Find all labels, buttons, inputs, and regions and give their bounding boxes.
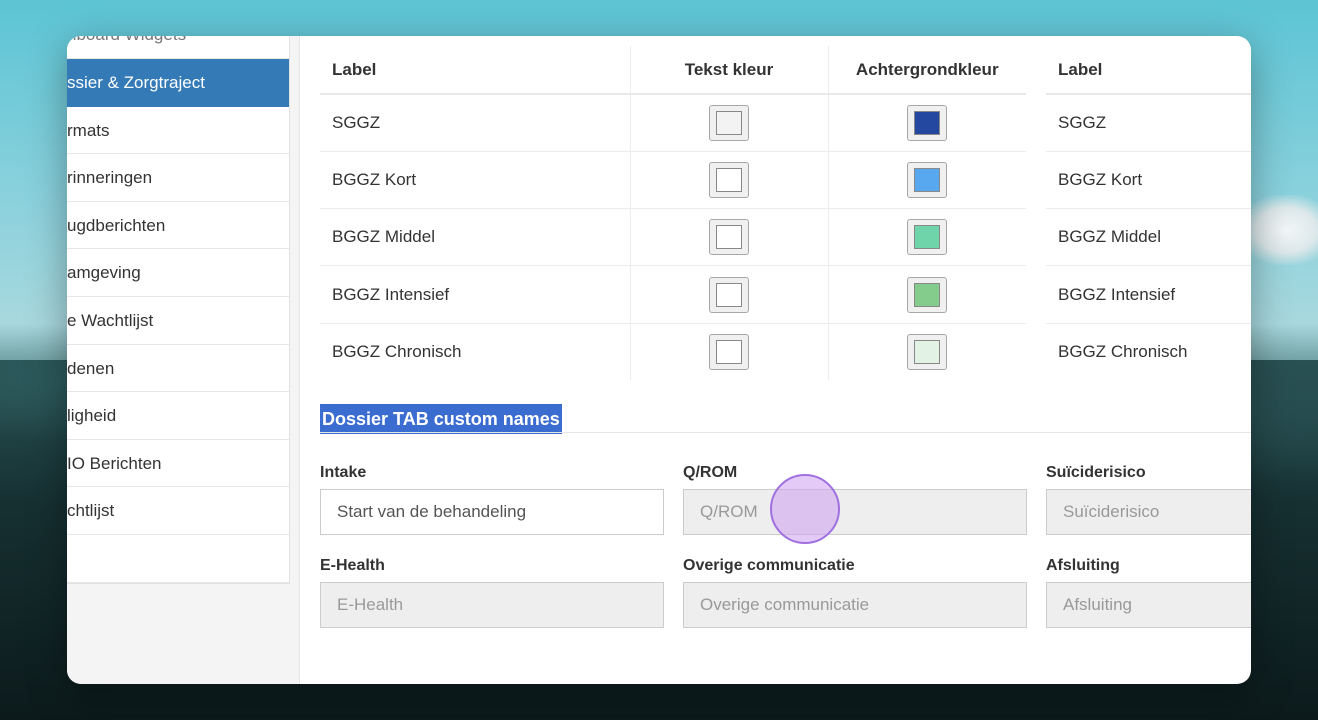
qrom-label: Q/ROM xyxy=(683,464,738,481)
column-header-label-2: Label xyxy=(1046,46,1251,95)
text-color-picker[interactable] xyxy=(709,219,749,256)
zorgtraject-color-table-2: Label SGGZ BGGZ Kort BGGZ Middel BGGZ Inten… xyxy=(1046,46,1251,381)
sidebar-item-redenen[interactable]: denen xyxy=(67,345,289,393)
sidebar-item-omgeving[interactable]: amgeving xyxy=(67,249,289,297)
sidebar-item-jeugdberichten[interactable]: ugdberichten xyxy=(67,202,289,250)
row-label: BGGZ Middel xyxy=(320,208,630,266)
afsluiting-input[interactable]: Afsluiting xyxy=(1046,582,1251,628)
settings-sidebar: hboard Widgets ssier & Zorgtraject rmats… xyxy=(67,36,300,684)
color-table-2-row: BGGZ Kort xyxy=(1046,150,1251,209)
sidebar-item-wachtlijst-2[interactable]: chtlijst xyxy=(67,487,289,535)
sidebar-item-formats[interactable]: rmats xyxy=(67,107,289,155)
ehealth-input[interactable]: E-Health xyxy=(320,582,664,628)
app-window: hboard Widgets ssier & Zorgtraject rmats… xyxy=(67,36,1251,684)
color-swatch xyxy=(914,282,941,307)
row-label-2: BGGZ Kort xyxy=(1046,150,1251,209)
row-label-2: BGGZ Intensief xyxy=(1046,265,1251,324)
text-color-cell xyxy=(629,150,828,209)
color-table-row: BGGZ Middel xyxy=(320,208,1026,266)
sidebar-item-berichten[interactable]: IO Berichten xyxy=(67,440,289,488)
text-color-cell xyxy=(629,322,828,381)
suicide-risk-input[interactable]: Suïciderisico xyxy=(1046,489,1251,535)
qrom-input[interactable]: Q/ROM xyxy=(683,489,1027,535)
color-table-2-row: BGGZ Middel xyxy=(1046,208,1251,266)
color-swatch xyxy=(716,110,742,135)
bg-color-picker[interactable] xyxy=(907,104,948,141)
bg-color-cell xyxy=(827,322,1026,381)
click-cursor-indicator xyxy=(770,474,840,544)
qrom-field: Q/ROM Q/ROM xyxy=(683,461,1027,535)
sidebar-menu: hboard Widgets ssier & Zorgtraject rmats… xyxy=(67,36,290,584)
text-color-picker[interactable] xyxy=(709,276,749,313)
bg-color-picker[interactable] xyxy=(907,161,948,198)
color-swatch xyxy=(716,340,742,365)
text-color-picker[interactable] xyxy=(709,334,749,371)
color-swatch xyxy=(716,167,742,192)
section-divider xyxy=(320,432,1251,433)
ehealth-field: E-Health E-Health xyxy=(320,554,664,628)
color-table-2-row: SGGZ xyxy=(1046,93,1251,152)
color-swatch xyxy=(914,225,941,250)
bg-color-picker[interactable] xyxy=(907,276,948,313)
sidebar-item-wachtlijst-1[interactable]: e Wachtlijst xyxy=(67,297,289,345)
sidebar-item-veiligheid[interactable]: ligheid xyxy=(67,392,289,440)
bg-color-picker[interactable] xyxy=(907,219,948,256)
sidebar-item-empty xyxy=(67,535,289,583)
row-label-2: BGGZ Chronisch xyxy=(1046,322,1251,381)
color-swatch xyxy=(716,225,742,250)
suicide-risk-label: Suïciderisico xyxy=(1046,464,1146,481)
intake-field: Intake Start van de behandeling xyxy=(320,461,664,535)
color-swatch xyxy=(716,282,742,307)
overige-communicatie-field: Overige communicatie Overige communicati… xyxy=(683,554,1027,628)
row-label: BGGZ Intensief xyxy=(320,265,630,324)
color-table-row: BGGZ Kort xyxy=(320,150,1026,209)
row-label: SGGZ xyxy=(320,93,630,152)
sidebar-item-herinneringen[interactable]: rinneringen xyxy=(67,154,289,202)
main-content: Label Tekst kleur Achtergrondkleur SGGZ B… xyxy=(320,36,1251,684)
section-title: Dossier TAB custom names xyxy=(320,404,562,434)
overige-communicatie-input[interactable]: Overige communicatie xyxy=(683,582,1027,628)
bg-color-cell xyxy=(827,265,1026,324)
column-header-bg-color: Achtergrondkleur xyxy=(827,46,1026,95)
bg-color-cell xyxy=(827,150,1026,209)
row-label: BGGZ Chronisch xyxy=(320,322,630,381)
color-table-row: BGGZ Intensief xyxy=(320,265,1026,324)
color-table-2-row: BGGZ Chronisch xyxy=(1046,322,1251,381)
sidebar-item-dashboard-widgets[interactable]: hboard Widgets xyxy=(67,36,289,59)
ehealth-label: E-Health xyxy=(320,557,385,574)
color-swatch xyxy=(914,167,941,192)
color-swatch xyxy=(914,340,941,365)
bg-color-picker[interactable] xyxy=(907,334,948,371)
color-swatch xyxy=(914,110,941,135)
column-header-label: Label xyxy=(320,46,630,95)
intake-label: Intake xyxy=(320,464,367,481)
bg-color-cell xyxy=(827,93,1026,152)
intake-input[interactable]: Start van de behandeling xyxy=(320,489,664,535)
text-color-cell xyxy=(629,93,828,152)
row-label: BGGZ Kort xyxy=(320,150,630,209)
row-label-2: SGGZ xyxy=(1046,93,1251,152)
color-table-row: BGGZ Chronisch xyxy=(320,322,1026,381)
color-table-row: SGGZ xyxy=(320,93,1026,152)
overige-communicatie-label: Overige communicatie xyxy=(683,557,855,574)
text-color-cell xyxy=(629,265,828,324)
afsluiting-field: Afsluiting Afsluiting xyxy=(1046,554,1251,628)
text-color-picker[interactable] xyxy=(709,161,749,198)
zorgtraject-color-table: Label Tekst kleur Achtergrondkleur SGGZ B… xyxy=(320,46,1026,381)
row-label-2: BGGZ Middel xyxy=(1046,208,1251,266)
suicide-risk-field: Suïciderisico Suïciderisico xyxy=(1046,461,1251,535)
text-color-picker[interactable] xyxy=(709,104,749,141)
column-header-text-color: Tekst kleur xyxy=(629,46,828,95)
color-table-2-row: BGGZ Intensief xyxy=(1046,265,1251,324)
bg-color-cell xyxy=(827,208,1026,266)
afsluiting-label: Afsluiting xyxy=(1046,557,1120,574)
text-color-cell xyxy=(629,208,828,266)
sidebar-item-dossier-zorgtraject[interactable]: ssier & Zorgtraject xyxy=(67,59,289,107)
